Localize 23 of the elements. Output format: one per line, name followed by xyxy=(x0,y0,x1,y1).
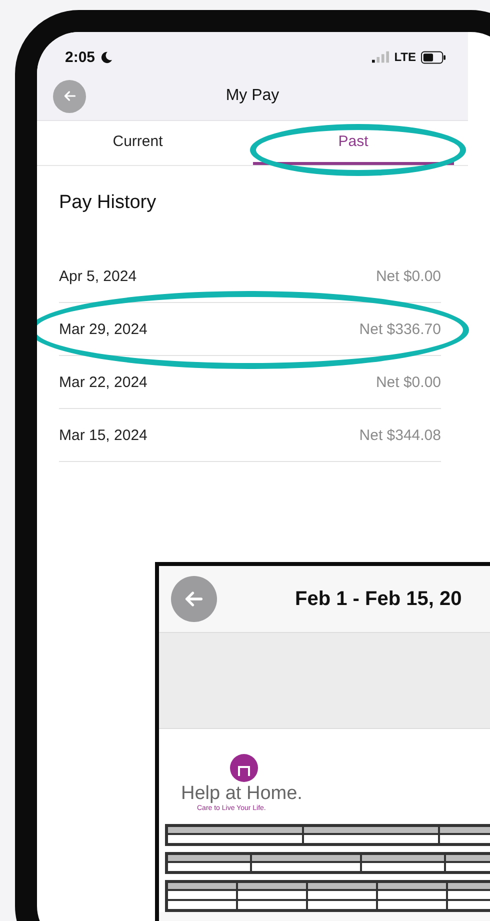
moon-icon xyxy=(100,50,114,64)
pay-date[interactable]: Mar 22, 2024 xyxy=(59,374,148,390)
back-button[interactable] xyxy=(53,80,86,112)
signal-icon xyxy=(372,51,390,63)
pay-date[interactable]: Mar 15, 2024 xyxy=(59,426,148,444)
payslip-title: Feb 1 - Feb 15, 20 xyxy=(295,588,462,610)
logo-icon xyxy=(229,753,259,783)
pay-date[interactable]: Mar 29, 2024 xyxy=(59,320,148,338)
screen-title: My Pay xyxy=(226,87,280,105)
section-title: Pay History xyxy=(59,191,158,215)
status-time: 2:05 xyxy=(65,48,96,66)
pay-date[interactable]: Apr 5, 2024 xyxy=(59,268,137,284)
net-amount: Net $336.70 xyxy=(359,320,441,338)
network-label: LTE xyxy=(394,50,416,64)
battery-icon xyxy=(421,50,446,64)
net-amount: Net $344.08 xyxy=(359,426,441,444)
net-amount: Net $0.00 xyxy=(376,374,441,390)
logo-wordmark: Help at Home. xyxy=(181,783,304,804)
tab[interactable]: Current xyxy=(37,121,238,165)
net-amount: Net $0.00 xyxy=(376,268,441,284)
back-arrow-icon[interactable] xyxy=(62,88,78,104)
tab[interactable]: Past xyxy=(252,121,454,165)
back-button[interactable] xyxy=(171,576,217,622)
